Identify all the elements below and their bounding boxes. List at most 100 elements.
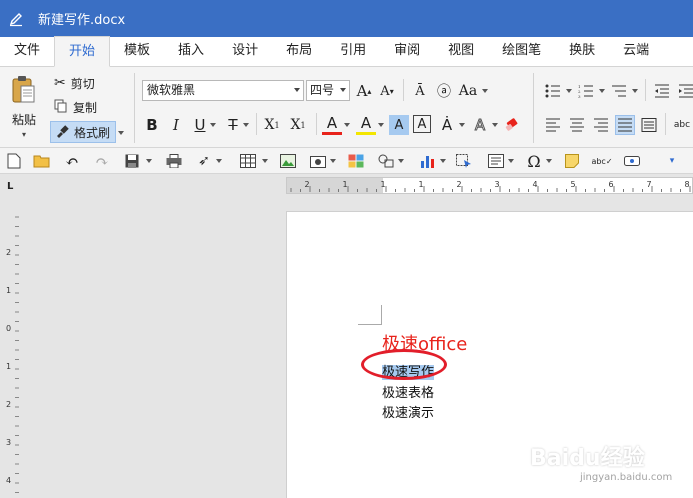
doc-line-item[interactable]: 极速演示 <box>382 402 434 421</box>
char-shading-icon[interactable]: A <box>389 115 409 135</box>
link-icon[interactable] <box>622 151 642 171</box>
ribbon-divider <box>316 113 317 135</box>
font-size-select[interactable]: 四号 <box>306 80 350 101</box>
bullet-list-icon[interactable] <box>543 81 563 101</box>
decrease-indent-icon[interactable] <box>652 81 672 101</box>
chevron-down-icon[interactable] <box>566 89 572 93</box>
doc-line-item[interactable]: 极速表格 <box>382 382 434 401</box>
ribbon-divider <box>403 79 404 101</box>
phonetic-guide-icon[interactable]: Ā <box>410 81 430 101</box>
strikethrough-icon[interactable]: T <box>223 115 243 135</box>
tab-insert[interactable]: 插入 <box>164 36 218 66</box>
tab-home[interactable]: 开始 <box>54 36 111 67</box>
tab-stop-selector[interactable]: L <box>7 181 13 192</box>
ruler-label: 2 <box>304 180 309 189</box>
chevron-down-icon[interactable] <box>632 89 638 93</box>
tab-skin[interactable]: 换肤 <box>555 36 609 66</box>
ruler-label: 2 <box>6 400 11 409</box>
customize-toolbar-icon[interactable]: ▾ <box>662 151 682 171</box>
chevron-down-icon[interactable] <box>459 123 465 127</box>
tab-templates[interactable]: 模板 <box>110 36 164 66</box>
picture-icon[interactable] <box>278 151 298 171</box>
chevron-down-icon[interactable] <box>508 159 514 163</box>
multilevel-list-icon[interactable] <box>609 81 629 101</box>
chevron-down-icon[interactable] <box>492 123 498 127</box>
enclosed-char-icon[interactable]: ⓐ <box>434 81 454 101</box>
chevron-down-icon[interactable] <box>599 89 605 93</box>
chevron-down-icon[interactable] <box>146 159 152 163</box>
align-center-icon[interactable] <box>567 115 587 135</box>
chevron-down-icon[interactable] <box>482 89 488 93</box>
text-select-icon[interactable] <box>454 151 474 171</box>
spell-check-icon[interactable]: abc✓ <box>591 151 612 171</box>
chevron-down-icon[interactable] <box>344 123 350 127</box>
increase-indent-icon[interactable] <box>676 81 693 101</box>
copy-button[interactable]: 复制 <box>50 96 101 118</box>
tab-cloud[interactable]: 云端 <box>609 36 663 66</box>
select-pointer-icon[interactable]: ➶ <box>194 151 214 171</box>
highlight-icon[interactable]: A <box>356 113 376 135</box>
vertical-ruler-ticks: 2 1 0 1 2 3 4 <box>6 216 19 493</box>
vertical-ruler[interactable]: 2 1 0 1 2 3 4 <box>0 211 20 498</box>
screenshot-icon[interactable] <box>308 151 328 171</box>
tab-review[interactable]: 审阅 <box>380 36 434 66</box>
paste-dropdown-icon[interactable]: ▾ <box>22 130 26 139</box>
grow-font-icon[interactable]: A ▴ <box>354 81 374 101</box>
subscript-icon[interactable]: X1 <box>262 115 282 135</box>
chevron-down-icon[interactable] <box>216 159 222 163</box>
cut-button[interactable]: ✂ 剪切 <box>50 72 99 94</box>
align-right-icon[interactable] <box>591 115 611 135</box>
chevron-down-icon[interactable] <box>398 159 404 163</box>
chevron-down-icon[interactable] <box>210 123 216 127</box>
tab-draw[interactable]: 绘图笔 <box>488 36 555 66</box>
print-icon[interactable] <box>164 151 184 171</box>
annotation-circle <box>361 349 447 380</box>
clear-format-icon[interactable] <box>502 115 522 135</box>
tab-view[interactable]: 视图 <box>434 36 488 66</box>
tab-file[interactable]: 文件 <box>0 36 54 66</box>
tab-layout[interactable]: 布局 <box>272 36 326 66</box>
sticky-note-icon[interactable] <box>562 151 582 171</box>
bold-icon[interactable]: B <box>142 115 162 135</box>
table-icon[interactable] <box>238 151 258 171</box>
chart-icon[interactable] <box>418 151 438 171</box>
horizontal-ruler[interactable]: 2 1 1 1 2 3 4 5 6 7 8 <box>286 177 693 194</box>
save-icon[interactable] <box>122 151 142 171</box>
underline-icon[interactable]: U <box>190 115 210 135</box>
chevron-down-icon[interactable] <box>262 159 268 163</box>
open-folder-icon[interactable] <box>32 151 52 171</box>
chevron-down-icon[interactable] <box>546 159 552 163</box>
format-painter-button[interactable]: 格式刷 <box>50 121 116 143</box>
tab-design[interactable]: 设计 <box>218 36 272 66</box>
text-effect-icon[interactable]: A <box>470 115 490 135</box>
textbox-icon[interactable] <box>486 151 506 171</box>
justify-icon[interactable] <box>615 115 635 135</box>
numbered-list-icon[interactable]: 123 <box>576 81 596 101</box>
font-family-select[interactable]: 微软雅黑 <box>142 80 304 101</box>
align-left-icon[interactable] <box>543 115 563 135</box>
paste-button[interactable]: 粘贴 ▾ <box>6 73 42 139</box>
online-image-icon[interactable] <box>346 151 366 171</box>
distributed-icon[interactable] <box>639 115 659 135</box>
change-case-icon[interactable]: Aa <box>458 81 478 101</box>
redo-icon[interactable]: ↷ <box>92 151 112 171</box>
chevron-down-icon[interactable] <box>330 159 336 163</box>
tab-references[interactable]: 引用 <box>326 36 380 66</box>
chevron-down-icon[interactable] <box>243 123 249 127</box>
text-direction-icon[interactable]: abc <box>672 115 692 135</box>
font-color-icon[interactable]: A <box>322 113 342 135</box>
char-spacing-icon[interactable]: Ȧ <box>437 115 457 135</box>
format-painter-dropdown-icon[interactable] <box>118 131 124 135</box>
undo-icon[interactable]: ↶ <box>62 151 82 171</box>
superscript-icon[interactable]: X1 <box>288 115 308 135</box>
chevron-down-icon[interactable] <box>378 123 384 127</box>
ruler-label: 3 <box>6 438 11 447</box>
italic-icon[interactable]: I <box>166 115 186 135</box>
new-document-icon[interactable] <box>4 151 24 171</box>
chevron-down-icon[interactable] <box>440 159 446 163</box>
symbol-omega-icon[interactable]: Ω <box>524 151 544 171</box>
shrink-font-icon[interactable]: A ▾ <box>377 81 397 101</box>
char-border-icon[interactable]: A <box>413 115 431 133</box>
format-painter-label: 格式刷 <box>74 125 111 140</box>
shapes-icon[interactable] <box>376 151 396 171</box>
